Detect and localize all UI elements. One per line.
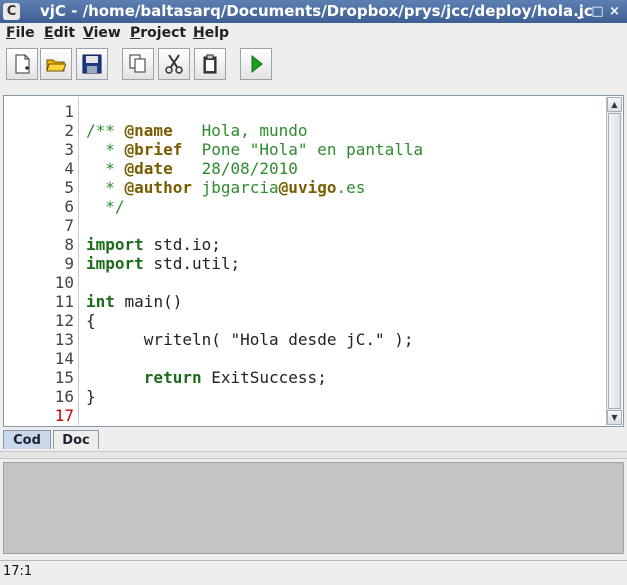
scroll-up-icon[interactable]: ▲ — [607, 97, 622, 112]
code-line: { — [86, 311, 96, 330]
new-file-button[interactable] — [6, 48, 38, 80]
code-line: * @date 28/08/2010 — [86, 159, 298, 178]
line-number: 7 — [64, 216, 74, 235]
vertical-scrollbar[interactable]: ▲ ▼ — [606, 97, 622, 425]
save-icon — [82, 54, 102, 74]
code-line: } — [86, 387, 96, 406]
minimize-button[interactable]: _ — [573, 4, 588, 19]
line-number: 5 — [64, 178, 74, 197]
menu-project[interactable]: Project — [130, 25, 186, 41]
cursor-position: 17:1 — [3, 564, 33, 579]
copy-icon — [129, 54, 146, 73]
line-number: 10 — [54, 273, 74, 292]
tab-cod[interactable]: Cod — [3, 430, 51, 449]
line-number: 15 — [54, 368, 74, 387]
line-number: 11 — [54, 292, 74, 311]
run-button[interactable] — [240, 48, 272, 80]
title-bar: C vjC - /home/baltasarq/Documents/Dropbo… — [0, 0, 627, 23]
paste-icon — [203, 54, 217, 74]
line-number-gutter: 1 2 3 4 5 6 7 8 9 10 11 12 13 14 15 16 1… — [5, 97, 79, 425]
cut-icon — [165, 54, 183, 74]
code-line: */ — [86, 197, 125, 216]
line-number: 3 — [64, 140, 74, 159]
line-number: 13 — [54, 330, 74, 349]
code-area[interactable]: /** @name Hola, mundo * @brief Pone "Hol… — [82, 97, 610, 425]
code-editor[interactable]: 1 2 3 4 5 6 7 8 9 10 11 12 13 14 15 16 1… — [3, 95, 624, 427]
code-line: import std.util; — [86, 254, 241, 273]
line-number: 2 — [64, 121, 74, 140]
status-bar: 17:1 — [0, 560, 627, 585]
line-number: 8 — [64, 235, 74, 254]
save-button[interactable] — [76, 48, 108, 80]
cut-button[interactable] — [158, 48, 190, 80]
menu-view[interactable]: View — [83, 25, 121, 41]
new-file-icon — [15, 54, 30, 74]
window-title: vjC - /home/baltasarq/Documents/Dropbox/… — [40, 2, 593, 20]
menu-file[interactable]: File — [6, 25, 35, 41]
toolbar — [0, 44, 627, 86]
code-line: * @author jbgarcia@uvigo.es — [86, 178, 366, 197]
close-button[interactable]: × — [607, 4, 622, 19]
tab-doc[interactable]: Doc — [53, 430, 99, 449]
code-line: writeln( "Hola desde jC." ); — [86, 330, 414, 349]
run-icon — [251, 54, 263, 74]
editor-tabs: Cod Doc — [3, 428, 624, 450]
menu-bar: File Edit View Project Help — [0, 23, 627, 44]
code-line: int main() — [86, 292, 183, 311]
code-line: import std.io; — [86, 235, 221, 254]
scroll-thumb[interactable] — [608, 113, 621, 409]
line-number: 14 — [54, 349, 74, 368]
open-folder-icon — [46, 59, 66, 72]
app-icon[interactable]: C — [3, 3, 20, 20]
line-number: 12 — [54, 311, 74, 330]
maximize-button[interactable]: □ — [590, 4, 605, 19]
current-line-number: 17 — [54, 406, 74, 425]
code-line: /** @name Hola, mundo — [86, 121, 308, 140]
scroll-down-icon[interactable]: ▼ — [607, 410, 622, 425]
menu-help[interactable]: Help — [193, 25, 229, 41]
line-number: 9 — [64, 254, 74, 273]
line-number: 1 — [64, 102, 74, 121]
code-line: return ExitSuccess; — [143, 368, 327, 387]
splitter[interactable] — [0, 451, 627, 459]
copy-button[interactable] — [122, 48, 154, 80]
code-line: * @brief Pone "Hola" en pantalla — [86, 140, 424, 159]
line-number: 6 — [64, 197, 74, 216]
menu-edit[interactable]: Edit — [44, 25, 75, 41]
line-number: 16 — [54, 387, 74, 406]
open-button[interactable] — [40, 48, 72, 80]
paste-button[interactable] — [194, 48, 226, 80]
line-number: 4 — [64, 159, 74, 178]
output-panel[interactable] — [3, 462, 624, 554]
